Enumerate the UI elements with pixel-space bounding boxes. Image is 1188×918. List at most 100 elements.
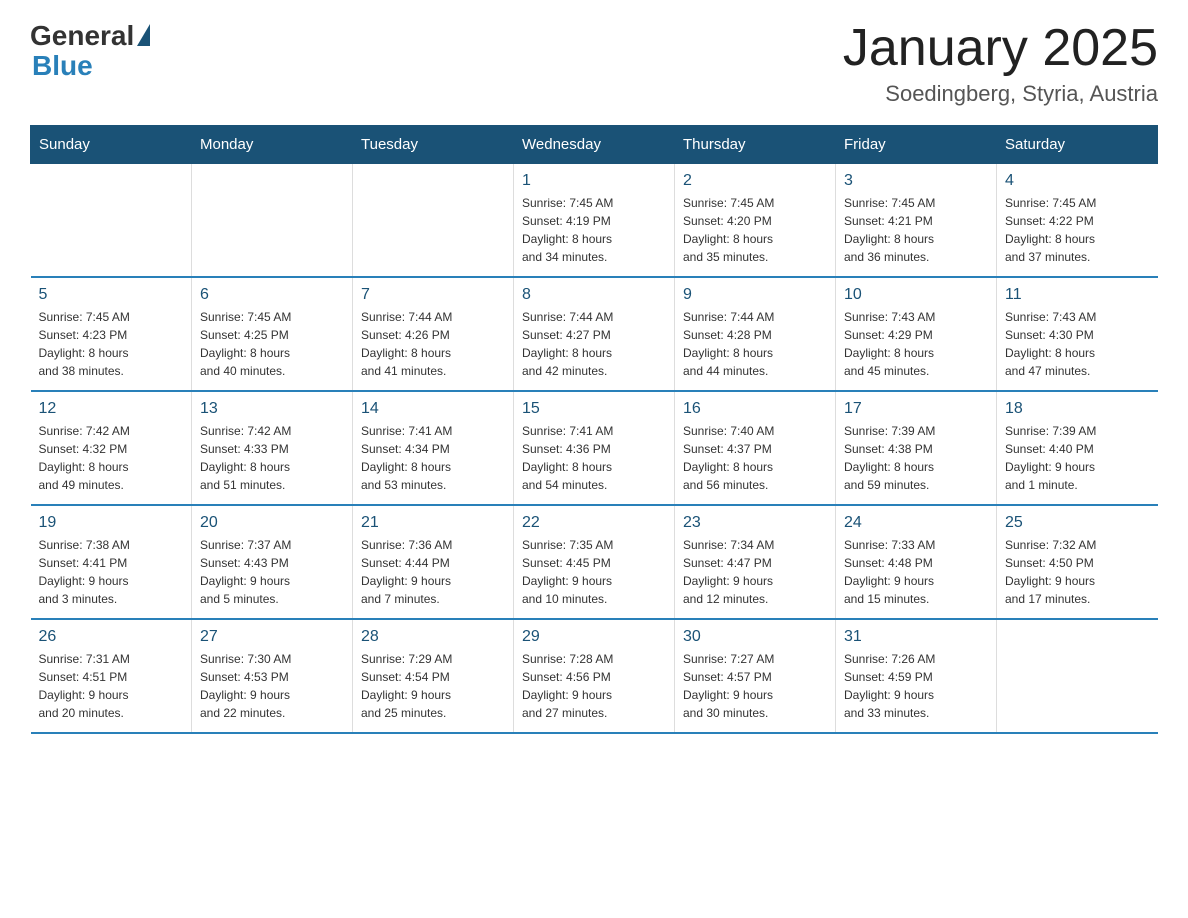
day-cell: 20Sunrise: 7:37 AM Sunset: 4:43 PM Dayli… <box>192 505 353 619</box>
day-number: 5 <box>39 286 184 304</box>
day-info: Sunrise: 7:31 AM Sunset: 4:51 PM Dayligh… <box>39 650 184 722</box>
day-cell <box>997 619 1158 733</box>
day-cell: 30 Sunrise: 7:27 AM Sunset: 4:57 PM Dayli… <box>675 619 836 733</box>
day-number: 15 <box>522 400 666 418</box>
day-number: 29 <box>522 628 666 646</box>
day-number: 19 <box>39 514 184 532</box>
day-number: 12 <box>39 400 184 418</box>
day-info: Sunrise: 7:27 AM Sunset: 4:57 PM Dayligh… <box>683 650 827 722</box>
day-cell: 14 Sunrise: 7:41 AM Sunset: 4:34 PM Dayli… <box>353 391 514 505</box>
day-number: 3 <box>844 172 988 190</box>
day-number: 27 <box>200 628 344 646</box>
day-cell: 19 Sunrise: 7:38 AM Sunset: 4:41 PM Dayli… <box>31 505 192 619</box>
day-number: 24 <box>844 514 988 532</box>
day-cell <box>192 164 353 278</box>
day-cell <box>353 164 514 278</box>
day-cell: 8Sunrise: 7:44 AM Sunset: 4:27 PM Daylig… <box>514 277 675 391</box>
day-cell: 12 Sunrise: 7:42 AM Sunset: 4:32 PM Dayli… <box>31 391 192 505</box>
weekday-header-friday: Friday <box>836 126 997 164</box>
day-cell: 2 Sunrise: 7:45 AM Sunset: 4:20 PM Daylig… <box>675 164 836 278</box>
weekday-header-saturday: Saturday <box>997 126 1158 164</box>
week-row-5: 26 Sunrise: 7:31 AM Sunset: 4:51 PM Dayli… <box>31 619 1158 733</box>
day-info: Sunrise: 7:29 AM Sunset: 4:54 PM Dayligh… <box>361 650 505 722</box>
day-number: 18 <box>1005 400 1150 418</box>
day-number: 22 <box>522 514 666 532</box>
weekday-header-row: SundayMondayTuesdayWednesdayThursdayFrid… <box>31 126 1158 164</box>
day-cell: 11Sunrise: 7:43 AM Sunset: 4:30 PM Dayli… <box>997 277 1158 391</box>
day-cell: 25 Sunrise: 7:32 AM Sunset: 4:50 PM Dayli… <box>997 505 1158 619</box>
day-number: 14 <box>361 400 505 418</box>
day-number: 10 <box>844 286 988 304</box>
weekday-header-wednesday: Wednesday <box>514 126 675 164</box>
calendar-table: SundayMondayTuesdayWednesdayThursdayFrid… <box>30 125 1158 734</box>
day-info: Sunrise: 7:45 AM Sunset: 4:20 PM Dayligh… <box>683 194 827 266</box>
day-cell: 26 Sunrise: 7:31 AM Sunset: 4:51 PM Dayli… <box>31 619 192 733</box>
day-number: 7 <box>361 286 505 304</box>
day-info: Sunrise: 7:45 AM Sunset: 4:23 PM Dayligh… <box>39 308 184 380</box>
logo-general-text: General <box>30 20 134 52</box>
day-cell: 9Sunrise: 7:44 AM Sunset: 4:28 PM Daylig… <box>675 277 836 391</box>
day-info: Sunrise: 7:40 AM Sunset: 4:37 PM Dayligh… <box>683 422 827 494</box>
day-number: 21 <box>361 514 505 532</box>
day-cell: 15 Sunrise: 7:41 AM Sunset: 4:36 PM Dayli… <box>514 391 675 505</box>
day-cell: 13Sunrise: 7:42 AM Sunset: 4:33 PM Dayli… <box>192 391 353 505</box>
day-cell: 27Sunrise: 7:30 AM Sunset: 4:53 PM Dayli… <box>192 619 353 733</box>
day-cell: 22 Sunrise: 7:35 AM Sunset: 4:45 PM Dayli… <box>514 505 675 619</box>
title-block: January 2025 Soedingberg, Styria, Austri… <box>843 20 1158 107</box>
day-cell: 7 Sunrise: 7:44 AM Sunset: 4:26 PM Daylig… <box>353 277 514 391</box>
day-number: 16 <box>683 400 827 418</box>
day-number: 26 <box>39 628 184 646</box>
week-row-3: 12 Sunrise: 7:42 AM Sunset: 4:32 PM Dayli… <box>31 391 1158 505</box>
day-number: 4 <box>1005 172 1150 190</box>
day-info: Sunrise: 7:35 AM Sunset: 4:45 PM Dayligh… <box>522 536 666 608</box>
day-info: Sunrise: 7:42 AM Sunset: 4:32 PM Dayligh… <box>39 422 184 494</box>
day-info: Sunrise: 7:34 AM Sunset: 4:47 PM Dayligh… <box>683 536 827 608</box>
day-cell: 3Sunrise: 7:45 AM Sunset: 4:21 PM Daylig… <box>836 164 997 278</box>
weekday-header-tuesday: Tuesday <box>353 126 514 164</box>
day-cell: 31Sunrise: 7:26 AM Sunset: 4:59 PM Dayli… <box>836 619 997 733</box>
week-row-2: 5 Sunrise: 7:45 AM Sunset: 4:23 PM Daylig… <box>31 277 1158 391</box>
logo: General Blue <box>30 20 150 82</box>
weekday-header-thursday: Thursday <box>675 126 836 164</box>
day-number: 30 <box>683 628 827 646</box>
day-cell: 29Sunrise: 7:28 AM Sunset: 4:56 PM Dayli… <box>514 619 675 733</box>
day-cell: 18 Sunrise: 7:39 AM Sunset: 4:40 PM Dayli… <box>997 391 1158 505</box>
day-info: Sunrise: 7:32 AM Sunset: 4:50 PM Dayligh… <box>1005 536 1150 608</box>
day-cell: 28 Sunrise: 7:29 AM Sunset: 4:54 PM Dayli… <box>353 619 514 733</box>
day-cell: 21Sunrise: 7:36 AM Sunset: 4:44 PM Dayli… <box>353 505 514 619</box>
day-number: 11 <box>1005 286 1150 304</box>
day-info: Sunrise: 7:39 AM Sunset: 4:40 PM Dayligh… <box>1005 422 1150 494</box>
day-info: Sunrise: 7:44 AM Sunset: 4:26 PM Dayligh… <box>361 308 505 380</box>
day-cell: 1Sunrise: 7:45 AM Sunset: 4:19 PM Daylig… <box>514 164 675 278</box>
day-cell: 17 Sunrise: 7:39 AM Sunset: 4:38 PM Dayli… <box>836 391 997 505</box>
calendar-subtitle: Soedingberg, Styria, Austria <box>843 81 1158 107</box>
day-info: Sunrise: 7:39 AM Sunset: 4:38 PM Dayligh… <box>844 422 988 494</box>
logo-triangle-icon <box>137 24 150 46</box>
day-number: 25 <box>1005 514 1150 532</box>
week-row-1: 1Sunrise: 7:45 AM Sunset: 4:19 PM Daylig… <box>31 164 1158 278</box>
page-header: General Blue January 2025 Soedingberg, S… <box>30 20 1158 107</box>
day-cell: 16 Sunrise: 7:40 AM Sunset: 4:37 PM Dayli… <box>675 391 836 505</box>
day-cell: 6Sunrise: 7:45 AM Sunset: 4:25 PM Daylig… <box>192 277 353 391</box>
day-number: 23 <box>683 514 827 532</box>
day-info: Sunrise: 7:26 AM Sunset: 4:59 PM Dayligh… <box>844 650 988 722</box>
day-info: Sunrise: 7:45 AM Sunset: 4:22 PM Dayligh… <box>1005 194 1150 266</box>
day-info: Sunrise: 7:42 AM Sunset: 4:33 PM Dayligh… <box>200 422 344 494</box>
day-info: Sunrise: 7:45 AM Sunset: 4:25 PM Dayligh… <box>200 308 344 380</box>
day-info: Sunrise: 7:43 AM Sunset: 4:29 PM Dayligh… <box>844 308 988 380</box>
day-info: Sunrise: 7:44 AM Sunset: 4:28 PM Dayligh… <box>683 308 827 380</box>
day-number: 28 <box>361 628 505 646</box>
day-info: Sunrise: 7:44 AM Sunset: 4:27 PM Dayligh… <box>522 308 666 380</box>
day-cell: 10 Sunrise: 7:43 AM Sunset: 4:29 PM Dayli… <box>836 277 997 391</box>
weekday-header-monday: Monday <box>192 126 353 164</box>
day-cell: 4 Sunrise: 7:45 AM Sunset: 4:22 PM Daylig… <box>997 164 1158 278</box>
day-number: 2 <box>683 172 827 190</box>
day-info: Sunrise: 7:41 AM Sunset: 4:34 PM Dayligh… <box>361 422 505 494</box>
day-number: 17 <box>844 400 988 418</box>
day-info: Sunrise: 7:41 AM Sunset: 4:36 PM Dayligh… <box>522 422 666 494</box>
day-info: Sunrise: 7:37 AM Sunset: 4:43 PM Dayligh… <box>200 536 344 608</box>
day-cell: 24Sunrise: 7:33 AM Sunset: 4:48 PM Dayli… <box>836 505 997 619</box>
day-info: Sunrise: 7:38 AM Sunset: 4:41 PM Dayligh… <box>39 536 184 608</box>
day-cell <box>31 164 192 278</box>
calendar-title: January 2025 <box>843 20 1158 77</box>
